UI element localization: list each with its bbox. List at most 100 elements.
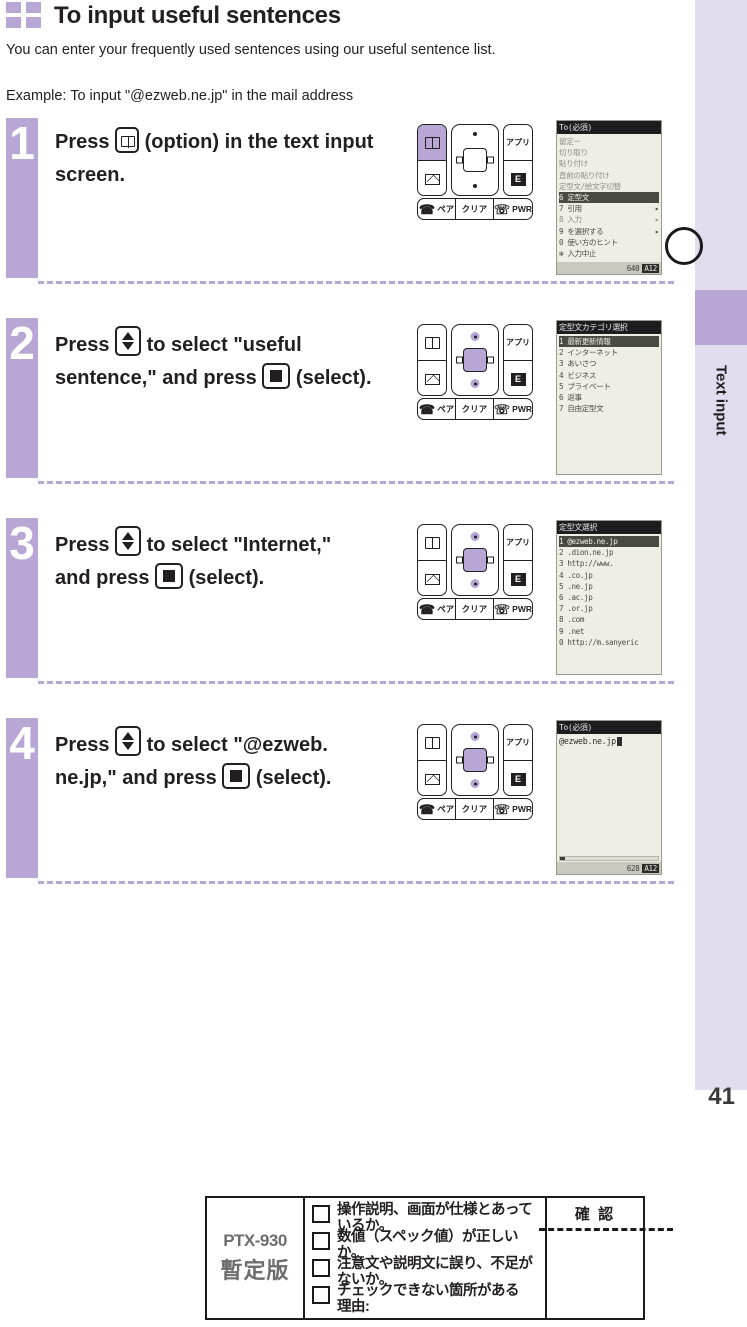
appli-icon: アプリ bbox=[506, 338, 530, 347]
checkbox-icon[interactable] bbox=[312, 1232, 330, 1250]
phone-menu-row: 2 インターネット bbox=[559, 348, 618, 358]
phone-menu-row: 5 プライベート bbox=[559, 381, 611, 391]
dpad-up-dot bbox=[473, 132, 477, 136]
step-instruction: Press to select "@ezweb. ne.jp," and pre… bbox=[55, 726, 400, 795]
keypad-dpad bbox=[451, 124, 499, 196]
up-down-key-icon bbox=[115, 526, 142, 556]
phone-menu-row: 3 http://www. bbox=[559, 559, 614, 569]
step-number: 1 bbox=[6, 118, 38, 278]
mail-icon bbox=[424, 773, 440, 785]
intro-paragraph: You can enter your frequently used sente… bbox=[6, 42, 496, 58]
book-icon bbox=[424, 536, 440, 549]
dpad-down-dot bbox=[470, 779, 480, 788]
keypad-diagram: アプリ E ☎ ペア クリア ☏ PWR bbox=[411, 122, 537, 222]
keypad-right-column: アプリ E bbox=[503, 324, 533, 396]
ez-icon: E bbox=[510, 372, 526, 386]
phone-menu-row: 9 を選択する ▸ bbox=[559, 226, 659, 236]
phone-menu-row: 8 .com bbox=[559, 615, 585, 625]
center-select-key-icon bbox=[262, 363, 291, 389]
proof-check-item[interactable]: 数値（スペック値）が正しいか。 bbox=[312, 1229, 545, 1261]
step-number: 4 bbox=[6, 718, 38, 878]
example-paragraph: Example: To input "@ezweb.ne.jp" in the … bbox=[6, 88, 354, 104]
key-power: ☏ PWR bbox=[492, 799, 532, 819]
key-appli: アプリ bbox=[504, 725, 532, 761]
proof-check-item[interactable]: 注意文や説明文に誤り、不足がないか。 bbox=[312, 1256, 545, 1288]
dpad-left-key bbox=[456, 756, 463, 764]
phone-menu-row: ✻ 入力中止 bbox=[559, 249, 597, 259]
phone-menu-row: 2 .dion.ne.jp bbox=[559, 548, 614, 558]
dpad-center-key bbox=[463, 748, 487, 772]
step-instruction: Press to select "useful sentence," and p… bbox=[55, 326, 400, 395]
proof-check-item[interactable]: チェックできない箇所がある 理由: bbox=[312, 1283, 545, 1315]
center-select-key-icon bbox=[222, 763, 251, 789]
checkbox-icon[interactable] bbox=[312, 1259, 330, 1277]
book-icon bbox=[424, 336, 440, 349]
proof-model-cell: PTX-930 暫定版 bbox=[207, 1198, 305, 1318]
step-text-pre: Press bbox=[55, 131, 110, 153]
key-book-option bbox=[418, 525, 446, 561]
ez-icon: E bbox=[510, 772, 526, 786]
checkbox-icon[interactable] bbox=[312, 1286, 330, 1304]
phone-menu-row: 直前の貼り付け bbox=[559, 170, 610, 180]
phone-screen-menu: 1 最新更新情報 2 インターネット 3 あいさつ 4 ビジネス 5 プライベー… bbox=[557, 334, 661, 414]
phone-menu-row: 切り取り bbox=[559, 148, 588, 158]
tab-label: Text input bbox=[712, 364, 730, 436]
phone-screen-title: 定型文カテゴリ選択 bbox=[557, 321, 661, 334]
proof-confirm-cell: 確 認 bbox=[539, 1198, 673, 1318]
book-option-key-icon bbox=[115, 127, 140, 153]
phone-menu-row: 3 あいさつ bbox=[559, 359, 597, 369]
step-text-line2-pre: and press bbox=[55, 567, 150, 589]
grid-squares-icon bbox=[6, 2, 42, 30]
phone-menu-row: 留定ー bbox=[559, 137, 581, 146]
key-book-option bbox=[418, 725, 446, 761]
phone-menu-row-selected: 1 @ezweb.ne.jp bbox=[559, 536, 659, 548]
keypad-right-column: アプリ E bbox=[503, 724, 533, 796]
step-text-line2-pre: ne.jp," and press bbox=[55, 767, 217, 789]
proof-check-item[interactable]: 操作説明、画面が仕様とあっているか。 bbox=[312, 1202, 545, 1234]
appli-icon: アプリ bbox=[506, 138, 530, 147]
phone-menu-row: 7 自由定型文 bbox=[559, 404, 604, 414]
book-icon bbox=[424, 736, 440, 749]
ez-icon: E bbox=[510, 572, 526, 586]
phone-menu-row: 7 引用 ▸ bbox=[559, 204, 659, 214]
step-number: 2 bbox=[6, 318, 38, 478]
page-number: 41 bbox=[708, 1083, 735, 1110]
phone-screen-text-value: @ezweb.ne.jp bbox=[557, 734, 661, 748]
key-call: ☎ ペア bbox=[418, 801, 455, 817]
proof-model-name: PTX-930 bbox=[223, 1231, 287, 1250]
checkbox-icon[interactable] bbox=[312, 1205, 330, 1223]
phone-screen-title: To(必須) bbox=[557, 121, 661, 134]
keypad-left-column bbox=[417, 324, 447, 396]
dpad-right-key bbox=[487, 556, 494, 564]
proof-checklist: 操作説明、画面が仕様とあっているか。 数値（スペック値）が正しいか。 注意文や説… bbox=[305, 1198, 545, 1318]
key-power: ☏ PWR bbox=[492, 399, 532, 419]
phone-hangup-icon: ☏ bbox=[493, 201, 511, 217]
page-header: To input useful sentences bbox=[6, 2, 341, 30]
phone-menu-row: 7 .or.jp bbox=[559, 604, 593, 614]
step-text-post: (option) in the text input bbox=[144, 131, 374, 153]
phone-handset-icon: ☎ bbox=[418, 401, 436, 417]
keypad-diagram: アプリ E ☎ ペア クリア ☏ PWR bbox=[411, 522, 537, 622]
step-text-post: to select "useful bbox=[146, 334, 302, 356]
phone-menu-row: 0 使い方のヒント bbox=[559, 237, 618, 247]
phone-handset-icon: ☎ bbox=[418, 801, 436, 817]
phone-menu-row-selected: 1 最新更新情報 bbox=[559, 336, 659, 348]
proof-check-label: チェックできない箇所がある bbox=[337, 1283, 520, 1299]
key-appli: アプリ bbox=[504, 325, 532, 361]
section-tab-text-input[interactable]: Text input bbox=[695, 290, 747, 450]
key-clear: クリア bbox=[454, 799, 493, 819]
key-mail bbox=[418, 561, 446, 595]
proof-confirm-label: 確 認 bbox=[574, 1206, 616, 1223]
page-title: To input useful sentences bbox=[54, 2, 341, 29]
keypad-dpad bbox=[451, 524, 499, 596]
step-divider bbox=[38, 481, 674, 484]
step-instruction: Press (option) in the text input screen. bbox=[55, 126, 400, 192]
phone-screen-title: To(必須) bbox=[557, 721, 661, 734]
dpad-left-key bbox=[456, 556, 463, 564]
phone-menu-row: 定型文/絵文字切替 bbox=[559, 181, 621, 191]
key-ez: E bbox=[504, 561, 532, 595]
phone-menu-row: 6 .ac.jp bbox=[559, 593, 593, 603]
step-text-post: to select "Internet," bbox=[146, 534, 332, 556]
key-clear: クリア bbox=[454, 399, 493, 419]
proof-check-label-group: チェックできない箇所がある 理由: bbox=[337, 1283, 520, 1316]
